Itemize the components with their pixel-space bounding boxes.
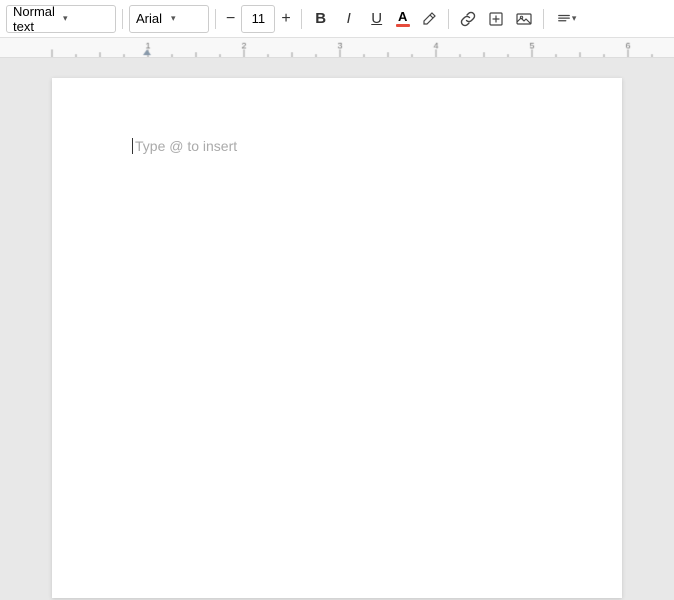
placeholder-text: Type @ to insert [135, 138, 237, 154]
font-size-decrease-button[interactable]: − [222, 9, 239, 29]
style-label: Normal text [13, 4, 59, 34]
insert-image-button[interactable] [511, 5, 537, 33]
divider-4 [448, 9, 449, 29]
insert-chars-button[interactable] [483, 5, 509, 33]
link-icon [460, 11, 476, 27]
font-size-group: − + [222, 5, 295, 33]
text-cursor [132, 138, 133, 154]
underline-button[interactable]: U [364, 5, 390, 33]
insert-image-icon [516, 11, 532, 27]
insert-chars-icon [488, 11, 504, 27]
divider-2 [215, 9, 216, 29]
divider-3 [301, 9, 302, 29]
link-button[interactable] [455, 5, 481, 33]
page-area[interactable]: Type @ to insert [0, 58, 674, 600]
ruler-canvas [0, 38, 674, 57]
font-label: Arial [136, 11, 167, 26]
pen-icon [421, 11, 437, 27]
font-color-button[interactable]: A [392, 5, 414, 33]
divider-5 [543, 9, 544, 29]
bold-button[interactable]: B [308, 5, 334, 33]
divider-1 [122, 9, 123, 29]
document-page[interactable]: Type @ to insert [52, 78, 622, 598]
font-size-increase-button[interactable]: + [277, 9, 294, 29]
font-color-underline [396, 24, 410, 27]
align-button[interactable]: ▾ [550, 5, 584, 33]
highlight-button[interactable] [416, 5, 442, 33]
style-selector[interactable]: Normal text ▾ [6, 5, 116, 33]
font-chevron-icon: ▾ [171, 13, 202, 24]
style-chevron-icon: ▾ [63, 13, 109, 24]
font-selector[interactable]: Arial ▾ [129, 5, 209, 33]
font-color-label: A [398, 10, 407, 23]
ruler [0, 38, 674, 58]
toolbar: Normal text ▾ Arial ▾ − + B I U A [0, 0, 674, 38]
italic-button[interactable]: I [336, 5, 362, 33]
align-chevron-icon: ▾ [572, 13, 577, 24]
align-icon [557, 12, 571, 26]
document-placeholder-area[interactable]: Type @ to insert [132, 138, 542, 154]
font-size-input[interactable] [241, 5, 275, 33]
